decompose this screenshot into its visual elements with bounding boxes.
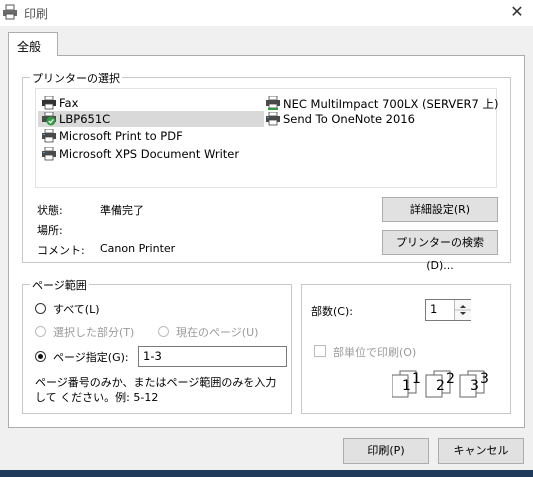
printer-label: LBP651C: [59, 112, 111, 126]
printer-label: Fax: [59, 96, 79, 110]
radio-current-page[interactable]: [158, 326, 169, 337]
radio-page-range[interactable]: [35, 351, 46, 362]
printer-icon: [41, 128, 57, 143]
selection-label: 選択した部分(T): [53, 326, 135, 339]
collate-page-number: 1: [412, 371, 421, 387]
radio-selection[interactable]: [35, 326, 46, 337]
printer-item-nec-multiimpact[interactable]: NEC MultiImpact 700LX (SERVER7 上): [262, 95, 498, 111]
all-pages-label: すべて(L): [53, 303, 100, 316]
find-printer-button[interactable]: プリンターの検索(D)...: [382, 230, 498, 272]
printer-label: Microsoft Print to PDF: [59, 129, 183, 143]
comment-value: Canon Printer: [100, 242, 176, 255]
tab-general-label: 全般: [17, 40, 42, 54]
printer-icon: [265, 111, 281, 126]
fax-printer-icon: [41, 95, 57, 110]
collate-page-number: 2: [446, 371, 455, 387]
printer-item-fax[interactable]: Fax: [38, 95, 268, 111]
collate-page-number: 3: [470, 378, 479, 394]
printer-group-title: プリンターの選択: [30, 70, 122, 86]
network-printer-icon: [265, 95, 281, 110]
comment-label: コメント:: [37, 244, 85, 257]
collate-page-number: 2: [436, 378, 445, 394]
collate-illustration: 1 1 2 2 3 3: [392, 368, 492, 398]
page-range-label: ページ指定(G):: [53, 351, 129, 364]
printer-item-lbp651c[interactable]: LBP651C: [38, 111, 264, 127]
status-value: 準備完了: [100, 204, 144, 217]
status-label: 状態:: [37, 204, 63, 217]
page-range-input[interactable]: 1-3: [138, 346, 287, 367]
close-icon[interactable]: ✕: [504, 2, 530, 22]
cancel-button[interactable]: キャンセル: [438, 438, 524, 464]
collate-page-number: 3: [480, 371, 489, 387]
preferences-button[interactable]: 詳細設定(R): [382, 197, 498, 222]
printer-default-icon: [41, 111, 57, 126]
printer-label: Send To OneNote 2016: [283, 112, 415, 126]
page-range-hint: ページ番号のみか、またはページ範囲のみを入力して ください。例: 5-12: [35, 376, 277, 404]
radio-all-pages[interactable]: [35, 303, 46, 314]
printer-icon: [41, 146, 57, 161]
collate-checkbox[interactable]: [314, 345, 326, 357]
printer-item-microsoft-print-to-pdf[interactable]: Microsoft Print to PDF: [38, 128, 268, 144]
print-button[interactable]: 印刷(P): [343, 438, 429, 464]
title-bar: [0, 0, 533, 26]
location-label: 場所:: [37, 224, 63, 237]
taskbar-strip: [0, 470, 533, 477]
current-page-label: 現在のページ(U): [176, 326, 259, 339]
printer-app-icon: [2, 4, 18, 20]
window-title: 印刷: [24, 7, 49, 21]
printer-item-send-to-onenote[interactable]: Send To OneNote 2016: [262, 111, 492, 127]
collate-page-number: 1: [402, 378, 411, 394]
copies-label: 部数(C):: [311, 305, 353, 318]
copies-spinner[interactable]: [454, 300, 471, 320]
printer-label: Microsoft XPS Document Writer: [59, 147, 240, 161]
spinner-arrows-icon: [455, 305, 471, 315]
collate-label: 部単位で印刷(O): [333, 346, 417, 359]
printer-label: NEC MultiImpact 700LX (SERVER7 上): [283, 97, 499, 111]
printer-item-microsoft-xps-document-writer[interactable]: Microsoft XPS Document Writer: [38, 146, 268, 162]
tab-general[interactable]: 全般: [8, 32, 58, 56]
printer-list[interactable]: Fax LBP651C Microsoft Print to PDF Micro…: [35, 88, 498, 188]
page-range-title: ページ範囲: [30, 277, 89, 293]
